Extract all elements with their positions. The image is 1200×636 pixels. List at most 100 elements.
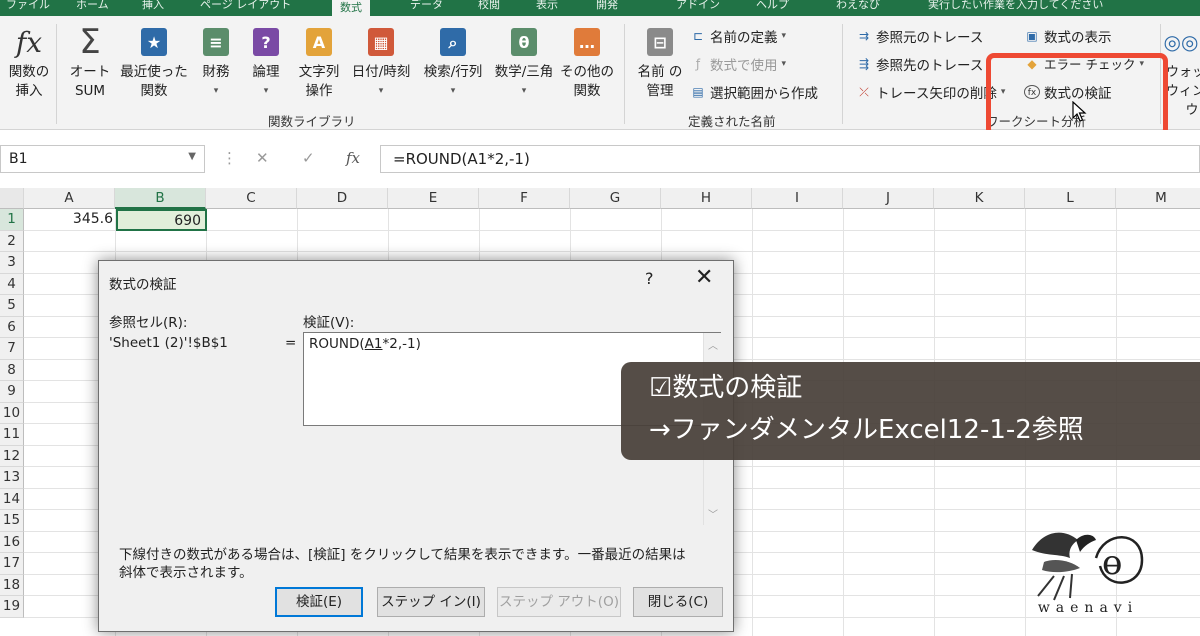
- cell-b1[interactable]: 690: [116, 209, 207, 231]
- financial-button[interactable]: ≡ 財務 ▾: [194, 22, 238, 101]
- evaluate-button[interactable]: 検証(E): [275, 587, 363, 617]
- tab-home[interactable]: ホーム: [76, 0, 109, 12]
- column-header-k[interactable]: K: [934, 188, 1025, 209]
- text-functions-button[interactable]: A 文字列 操作: [294, 22, 344, 101]
- create-from-selection-button[interactable]: ▤ 選択範囲から作成: [690, 82, 818, 102]
- enter-check-icon[interactable]: ✓: [302, 149, 315, 167]
- cancel-icon[interactable]: ✕: [256, 149, 269, 167]
- define-name-button[interactable]: ⊏ 名前の定義 ▾: [690, 26, 786, 46]
- column-header-b[interactable]: B: [115, 188, 206, 209]
- remove-arrows-button[interactable]: ⤫ トレース矢印の削除 ▾: [856, 82, 1005, 102]
- row-header-8[interactable]: 8: [0, 359, 24, 381]
- more-icon: …: [558, 22, 616, 62]
- tab-view[interactable]: 表示: [536, 0, 558, 12]
- row-header-5[interactable]: 5: [0, 295, 24, 317]
- row-header-14[interactable]: 14: [0, 488, 24, 510]
- chevron-down-icon: ▾: [521, 86, 527, 96]
- tab-data[interactable]: データ: [410, 0, 443, 12]
- column-header-a[interactable]: A: [24, 188, 115, 209]
- help-icon[interactable]: ?: [645, 269, 654, 288]
- caption-overlay: ☑数式の検証 →ファンダメンタルExcel12-1-2参照: [621, 362, 1200, 460]
- chevron-down-icon: ▾: [378, 86, 384, 96]
- logical-button[interactable]: ? 論理 ▾: [244, 22, 288, 101]
- tab-help[interactable]: ヘルプ: [756, 0, 789, 12]
- lookup-reference-button[interactable]: ⌕ 検索/行列 ▾: [418, 22, 488, 101]
- trace-dependents-icon: ⇶: [858, 57, 870, 71]
- row-header-2[interactable]: 2: [0, 230, 24, 252]
- tab-addin[interactable]: アドイン: [676, 0, 720, 12]
- column-header-h[interactable]: H: [661, 188, 752, 209]
- trace-precedents-icon: ⇉: [858, 29, 870, 43]
- separator: [842, 24, 843, 124]
- date-time-button[interactable]: ▦ 日付/時刻 ▾: [346, 22, 416, 101]
- row-header-12[interactable]: 12: [0, 445, 24, 467]
- insert-function-icon[interactable]: fx: [346, 149, 360, 167]
- row-header-9[interactable]: 9: [0, 381, 24, 403]
- row-header-1[interactable]: 1: [0, 209, 24, 231]
- grid-icon: ▤: [692, 85, 704, 99]
- insert-function-button[interactable]: fx 関数の挿入: [6, 22, 52, 101]
- row-header-3[interactable]: 3: [0, 252, 24, 274]
- row-header-19[interactable]: 19: [0, 596, 24, 618]
- autosum-button[interactable]: Σ オート SUM: [64, 22, 116, 101]
- math-trig-button[interactable]: θ 数学/三角 ▾: [490, 22, 558, 101]
- recently-used-button[interactable]: ★ 最近使った 関数: [118, 22, 190, 101]
- step-in-button[interactable]: ステップ イン(I): [377, 587, 485, 617]
- row-header-15[interactable]: 15: [0, 510, 24, 532]
- caption-line1: ☑数式の検証: [649, 373, 803, 403]
- column-header-c[interactable]: C: [206, 188, 297, 209]
- logo-text: waenavi: [1037, 600, 1139, 616]
- row-header-10[interactable]: 10: [0, 402, 24, 424]
- highlight-box: [986, 53, 1168, 137]
- column-header-g[interactable]: G: [570, 188, 661, 209]
- reference-label: 参照セル(R):: [109, 315, 188, 331]
- tab-file[interactable]: ファイル: [6, 0, 50, 12]
- row-header-18[interactable]: 18: [0, 574, 24, 596]
- row-header-6[interactable]: 6: [0, 316, 24, 338]
- column-header-m[interactable]: M: [1116, 188, 1200, 209]
- chevron-down-icon[interactable]: ﹀: [708, 506, 718, 521]
- column-header-j[interactable]: J: [843, 188, 934, 209]
- name-box[interactable]: B1 ▼: [0, 145, 205, 173]
- column-header-i[interactable]: I: [752, 188, 843, 209]
- use-in-formula-button[interactable]: ƒ 数式で使用 ▾: [690, 54, 786, 74]
- chevron-up-icon[interactable]: ︿: [708, 337, 718, 352]
- column-header-e[interactable]: E: [388, 188, 479, 209]
- chevron-down-icon[interactable]: ▼: [188, 151, 196, 162]
- show-formulas-button[interactable]: ▣ 数式の表示: [1024, 26, 1111, 46]
- tab-review[interactable]: 校閲: [478, 0, 500, 12]
- magnifier-icon: ⌕: [418, 22, 488, 62]
- caption-line2: →ファンダメンタルExcel12-1-2参照: [649, 415, 1084, 445]
- row-header-17[interactable]: 17: [0, 553, 24, 575]
- row-header-7[interactable]: 7: [0, 338, 24, 360]
- tab-insert[interactable]: 挿入: [142, 0, 164, 12]
- chevron-down-icon: ▾: [781, 31, 787, 41]
- tab-developer[interactable]: 開発: [596, 0, 618, 12]
- more-functions-button[interactable]: … その他の 関数: [558, 22, 616, 101]
- column-header-f[interactable]: F: [479, 188, 570, 209]
- group-label-defined-names: 定義された名前: [688, 114, 776, 129]
- tab-waenavi[interactable]: わえなび: [836, 0, 880, 12]
- row-header-13[interactable]: 13: [0, 467, 24, 489]
- row-header-16[interactable]: 16: [0, 531, 24, 553]
- formula-input[interactable]: =ROUND(A1*2,-1): [380, 145, 1200, 173]
- step-out-button[interactable]: ステップ アウト(O): [497, 587, 621, 617]
- select-all-corner[interactable]: [0, 188, 24, 209]
- tab-page-layout[interactable]: ページ レイアウト: [200, 0, 291, 12]
- separator: [56, 24, 57, 124]
- name-manager-button[interactable]: ⊟ 名前 の管理: [634, 22, 686, 101]
- close-icon[interactable]: ✕: [695, 265, 713, 290]
- row-header-11[interactable]: 11: [0, 424, 24, 446]
- tell-me-box[interactable]: 実行したい作業を入力してください: [928, 0, 1103, 12]
- close-button[interactable]: 閉じる(C): [633, 587, 723, 617]
- row-header-4[interactable]: 4: [0, 273, 24, 295]
- hint-text-line2: 斜体で表示されます。: [119, 565, 253, 581]
- gridline: [24, 251, 1200, 252]
- trace-dependents-button[interactable]: ⇶ 参照先のトレース: [856, 54, 983, 74]
- cell-a1[interactable]: 345.6: [25, 209, 117, 230]
- trace-precedents-button[interactable]: ⇉ 参照元のトレース: [856, 26, 983, 46]
- tab-formulas[interactable]: 数式: [332, 0, 370, 16]
- column-header-l[interactable]: L: [1025, 188, 1116, 209]
- theta-icon: θ: [490, 22, 558, 62]
- column-header-d[interactable]: D: [297, 188, 388, 209]
